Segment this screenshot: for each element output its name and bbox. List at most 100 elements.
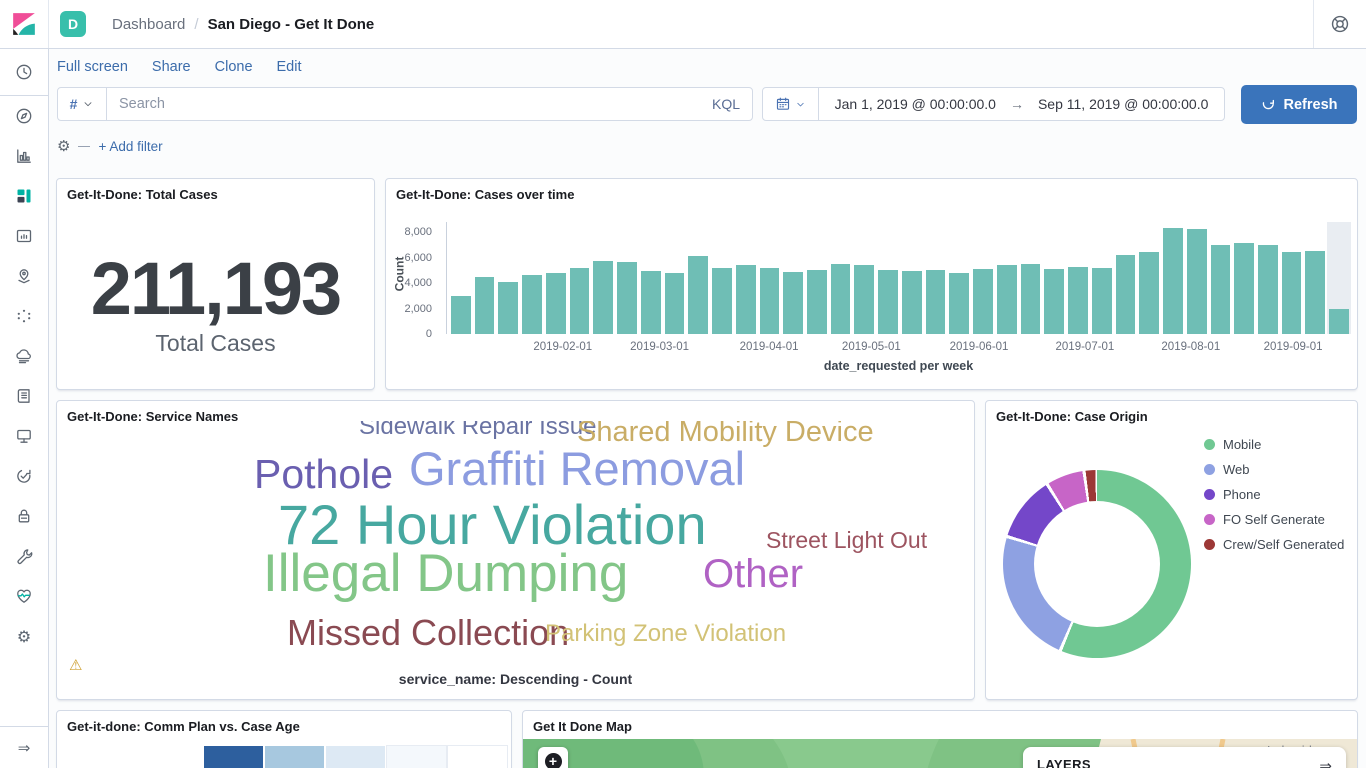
tag-illegal-dumping[interactable]: Illegal Dumping [263,544,628,605]
bar-week-0[interactable] [449,222,473,334]
bar[interactable] [1282,252,1302,334]
bar-week-23[interactable] [995,222,1019,334]
bar-week-37[interactable] [1327,222,1351,334]
legend-item[interactable]: FO Self Generate [1204,512,1344,527]
bar-week-8[interactable] [639,222,663,334]
bar[interactable] [688,256,708,334]
heatmap-cell[interactable] [387,746,446,768]
bar[interactable] [1139,252,1159,334]
bar-week-12[interactable] [734,222,758,334]
bar[interactable] [1021,264,1041,334]
sidebar-item-logs[interactable] [0,376,48,416]
sidebar-item-infrastructure[interactable] [0,336,48,376]
bar[interactable] [522,275,542,334]
bar-week-11[interactable] [710,222,734,334]
bar[interactable] [665,273,685,334]
bar-week-14[interactable] [781,222,805,334]
bar-week-18[interactable] [876,222,900,334]
tag-missed-collection[interactable]: Missed Collection [287,612,569,653]
tag-parking-zone-violation[interactable]: Parking Zone Violation [545,620,786,648]
sidebar-item-management[interactable]: ⚙ [0,616,48,656]
quick-select-button[interactable] [763,88,819,120]
tag-sidewalk-repair-issue[interactable]: Sidewalk Repair Issue [359,421,596,441]
tag-other[interactable]: Other [703,551,803,597]
bar-week-29[interactable] [1137,222,1161,334]
sidebar-item-uptime[interactable] [0,456,48,496]
bar-week-25[interactable] [1042,222,1066,334]
bar[interactable] [854,265,874,334]
heatmap-cell[interactable] [448,746,507,768]
help-button[interactable] [1330,14,1350,34]
sidebar-item-stack-monitoring[interactable] [0,576,48,616]
layers-collapse-icon[interactable]: ⇒ [1319,757,1332,768]
add-filter-link[interactable]: + Add filter [98,139,162,154]
bar[interactable] [1305,251,1325,334]
menu-full-screen[interactable]: Full screen [57,59,128,75]
legend-item[interactable]: Phone [1204,487,1344,502]
bar-week-22[interactable] [971,222,995,334]
sidebar-item-recently-viewed[interactable] [0,49,48,95]
bar-week-35[interactable] [1280,222,1304,334]
heatmap-cell[interactable] [204,746,263,768]
sidebar-item-dashboard[interactable] [0,176,48,216]
donut-chart[interactable] [1003,470,1191,658]
bar[interactable] [1092,268,1112,334]
sidebar-collapse-button[interactable]: ⇒ [0,726,48,768]
bar[interactable] [807,270,827,334]
sidebar-item-maps[interactable] [0,256,48,296]
sidebar-item-machine-learning[interactable] [0,296,48,336]
bar-week-7[interactable] [615,222,639,334]
filter-gear-icon[interactable]: ⚙ [57,137,70,155]
tag-street-light-out[interactable]: Street Light Out [766,527,927,553]
bar[interactable] [949,273,969,334]
bar[interactable] [570,268,590,334]
bar[interactable] [1116,255,1136,334]
bar-week-21[interactable] [947,222,971,334]
bar[interactable] [593,261,613,334]
bar[interactable] [546,273,566,334]
bar[interactable] [712,268,732,334]
sidebar-item-discover[interactable] [0,96,48,136]
bar[interactable] [973,269,993,334]
bar-week-10[interactable] [686,222,710,334]
bar-week-30[interactable] [1161,222,1185,334]
bar[interactable] [641,271,661,334]
bar-week-4[interactable] [544,222,568,334]
kql-badge[interactable]: KQL [712,96,752,112]
bar[interactable] [498,282,518,334]
bar[interactable] [878,270,898,334]
breadcrumb-dashboard[interactable]: Dashboard [112,16,185,33]
bar-week-34[interactable] [1256,222,1280,334]
bar[interactable] [736,265,756,334]
bar-week-5[interactable] [568,222,592,334]
bar-week-9[interactable] [663,222,687,334]
legend-item[interactable]: Web [1204,462,1344,477]
sidebar-item-apm[interactable] [0,416,48,456]
bar[interactable] [1329,309,1349,334]
bar-week-3[interactable] [520,222,544,334]
start-date[interactable]: Jan 1, 2019 @ 00:00:00.0 [835,96,996,112]
bar-week-6[interactable] [591,222,615,334]
tag-pothole[interactable]: Pothole [254,451,393,498]
bar[interactable] [783,272,803,334]
legend-item[interactable]: Crew/Self Generated [1204,537,1344,552]
sidebar-item-visualize[interactable] [0,136,48,176]
bar[interactable] [1044,269,1064,334]
bar[interactable] [1068,267,1088,334]
bar-week-28[interactable] [1114,222,1138,334]
bar[interactable] [1163,228,1183,334]
legend-item[interactable]: Mobile [1204,437,1344,452]
bar[interactable] [1258,245,1278,334]
bar-week-31[interactable] [1185,222,1209,334]
bar-week-2[interactable] [496,222,520,334]
bar-week-19[interactable] [900,222,924,334]
bar-week-17[interactable] [852,222,876,334]
space-badge[interactable]: D [60,11,86,37]
bar-week-15[interactable] [805,222,829,334]
sidebar-item-dev-tools[interactable] [0,536,48,576]
bar[interactable] [760,268,780,334]
heatmap-cell[interactable] [326,746,385,768]
menu-clone[interactable]: Clone [215,59,253,75]
map-zoom-in-button[interactable]: + [538,747,568,768]
end-date[interactable]: Sep 11, 2019 @ 00:00:00.0 [1038,96,1208,112]
